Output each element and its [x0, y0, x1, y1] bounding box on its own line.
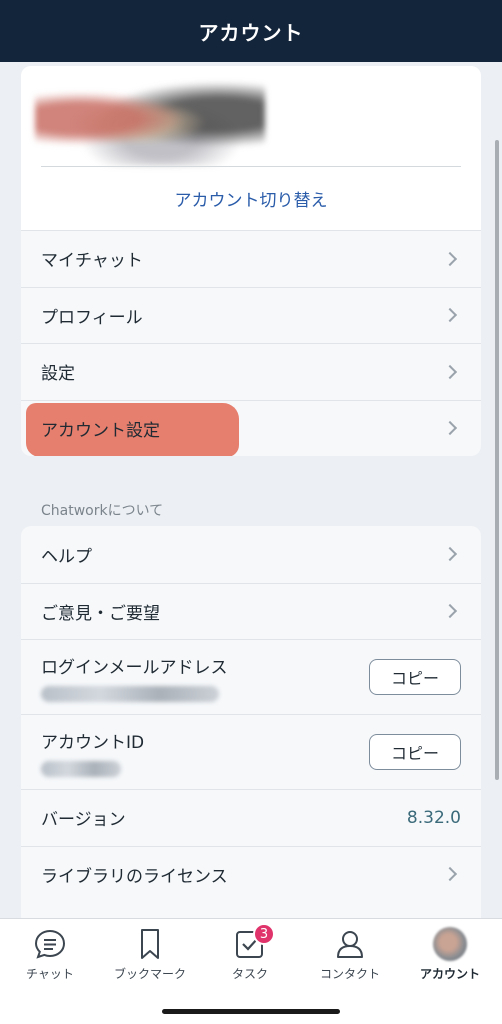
login-email-label: ログインメールアドレス — [41, 657, 228, 678]
tab-chat[interactable]: チャット — [0, 927, 100, 987]
copy-account-id-button[interactable]: コピー — [369, 734, 461, 770]
account-id-row: アカウントID コピー — [21, 714, 481, 789]
page-title: アカウント — [198, 20, 304, 45]
avatar — [433, 927, 467, 961]
menu-label: アカウント設定 — [41, 420, 160, 441]
task-check-icon: 3 — [233, 923, 275, 961]
menu-label: プロフィール — [41, 307, 143, 328]
menu-item-feedback[interactable]: ご意見・ご要望 — [21, 582, 481, 640]
tab-account[interactable]: アカウント — [400, 927, 500, 987]
chevron-right-icon — [442, 547, 458, 562]
menu-label: ご意見・ご要望 — [41, 603, 160, 624]
blurred-user-name — [35, 80, 265, 166]
menu-item-help[interactable]: ヘルプ — [21, 526, 481, 583]
chevron-right-icon — [442, 251, 458, 266]
profile-section: アカウント切り替え — [21, 66, 481, 230]
app-header: アカウント — [0, 0, 502, 62]
menu-label: ライブラリのライセンス — [41, 866, 228, 887]
chevron-right-icon — [442, 867, 458, 882]
tab-label: チャット — [26, 967, 74, 981]
menu-item-settings[interactable]: 設定 — [21, 343, 481, 400]
version-row: バージョン 8.32.0 — [21, 789, 481, 846]
account-card: アカウント切り替え マイチャット プロフィール 設定 アカウント設定 — [21, 66, 481, 456]
tab-bar: チャット ブックマーク 3 タスク コンタクト アカウント — [0, 918, 502, 1024]
copy-email-button[interactable]: コピー — [369, 659, 461, 695]
menu-item-profile[interactable]: プロフィール — [21, 286, 481, 344]
menu-item-account-settings[interactable]: アカウント設定 — [21, 399, 481, 456]
login-email-row: ログインメールアドレス コピー — [21, 639, 481, 714]
divider — [41, 166, 461, 167]
bookmark-icon — [133, 927, 167, 961]
tab-label: コンタクト — [319, 967, 380, 981]
switch-account-link[interactable]: アカウント切り替え — [21, 186, 481, 211]
avatar-image — [433, 927, 467, 961]
person-icon — [333, 927, 367, 961]
tab-label: タスク — [231, 967, 268, 981]
section-title-about: Chatworkについて — [41, 503, 164, 519]
chat-bubble-icon — [33, 927, 67, 961]
menu-item-licenses[interactable]: ライブラリのライセンス — [21, 845, 481, 903]
tab-contact[interactable]: コンタクト — [300, 927, 400, 987]
chevron-right-icon — [442, 421, 458, 436]
scrollbar[interactable] — [495, 140, 499, 780]
menu-item-my-chat[interactable]: マイチャット — [21, 230, 481, 287]
version-value: 8.32.0 — [406, 807, 461, 828]
tab-label: アカウント — [419, 967, 480, 981]
about-card: ヘルプ ご意見・ご要望 ログインメールアドレス コピー アカウントID コピー … — [21, 526, 481, 918]
chevron-right-icon — [442, 364, 458, 379]
account-id-label: アカウントID — [41, 732, 145, 753]
menu-label: ヘルプ — [41, 546, 92, 567]
blurred-email — [41, 685, 219, 702]
chevron-right-icon — [442, 308, 458, 323]
blurred-account-id — [41, 760, 121, 777]
task-badge: 3 — [253, 923, 275, 945]
tab-task[interactable]: 3 タスク — [200, 923, 300, 987]
account-content[interactable]: アカウント切り替え マイチャット プロフィール 設定 アカウント設定 Chatw… — [0, 62, 502, 918]
menu-label: マイチャット — [41, 251, 143, 272]
chevron-right-icon — [442, 604, 458, 619]
tab-bookmark[interactable]: ブックマーク — [100, 927, 200, 987]
tab-label: ブックマーク — [113, 967, 186, 981]
version-label: バージョン — [41, 810, 126, 831]
menu-label: 設定 — [41, 364, 75, 385]
home-indicator — [162, 1009, 340, 1014]
